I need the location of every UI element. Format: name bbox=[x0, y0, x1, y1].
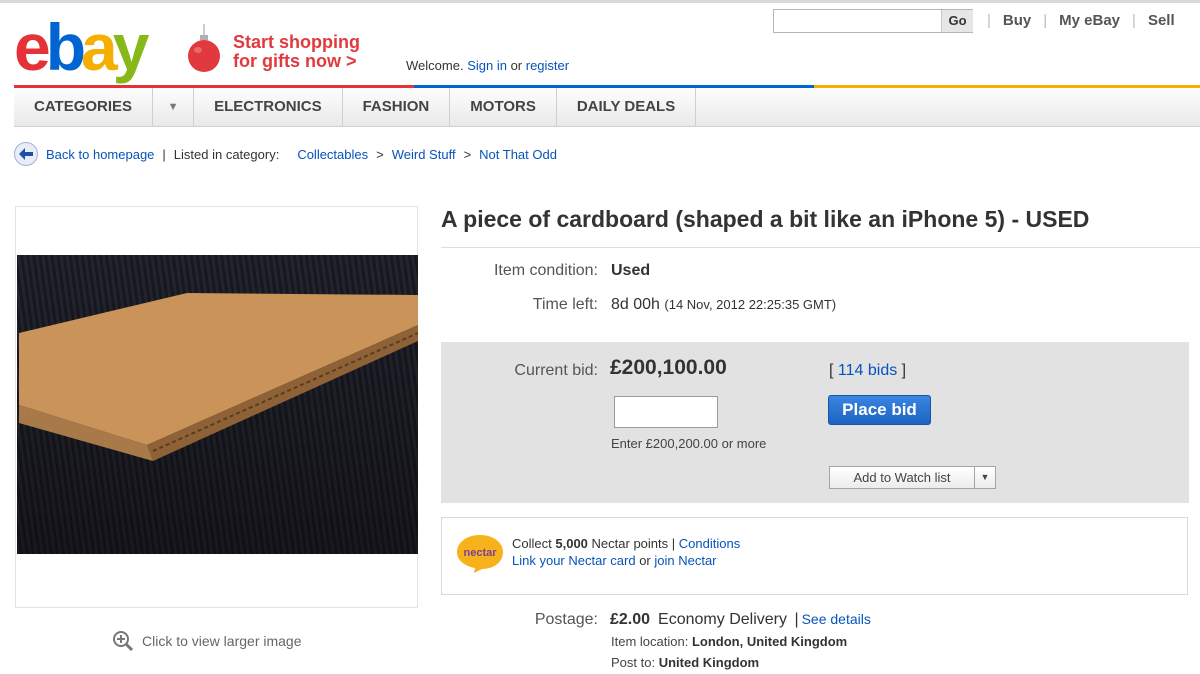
bracket: [ bbox=[829, 362, 834, 379]
chevron-down-icon[interactable]: ▼ bbox=[975, 467, 995, 488]
breadcrumb-collectables[interactable]: Collectables bbox=[297, 147, 368, 162]
item-location-value: London, United Kingdom bbox=[691, 634, 848, 649]
top-links: | Buy | My eBay | Sell bbox=[975, 12, 1175, 29]
postage-method: Economy Delivery bbox=[658, 611, 787, 628]
welcome-label: Welcome. bbox=[406, 58, 464, 73]
nectar-points: 5,000 bbox=[555, 536, 588, 551]
watch-list-button[interactable]: Add to Watch list ▼ bbox=[829, 466, 996, 489]
post-to-value: United Kingdom bbox=[658, 655, 760, 670]
divider: | bbox=[794, 611, 799, 628]
nav-categories[interactable]: CATEGORIES bbox=[14, 88, 154, 126]
magnifier-plus-icon bbox=[113, 631, 134, 652]
divider: | bbox=[1132, 12, 1136, 29]
register-link[interactable]: register bbox=[526, 58, 569, 73]
zoom-label: Click to view larger image bbox=[142, 633, 302, 649]
condition-value: Used bbox=[611, 262, 651, 279]
postage-label: Postage: bbox=[534, 611, 598, 628]
nav-electronics[interactable]: ELECTRONICS bbox=[194, 88, 343, 126]
christmas-bauble-icon bbox=[188, 24, 220, 72]
divider: | bbox=[1043, 12, 1048, 29]
end-time: (14 Nov, 2012 22:25:35 GMT) bbox=[664, 297, 837, 312]
time-left-label: Time left: bbox=[532, 296, 598, 313]
bracket: ] bbox=[901, 362, 907, 379]
breadcrumb-arrow: > bbox=[463, 146, 472, 162]
nectar-logo-text: nectar bbox=[463, 547, 497, 559]
listed-in-label: Listed in category: bbox=[173, 146, 280, 162]
item-location: Item location: London, United Kingdom bbox=[611, 634, 847, 649]
place-bid-button[interactable]: Place bid bbox=[828, 395, 931, 425]
breadcrumb: Back to homepage | Listed in category: C… bbox=[14, 142, 557, 166]
time-left: 8d 00h bbox=[611, 296, 660, 313]
or-text: or bbox=[510, 58, 523, 73]
logo-letter: y bbox=[112, 10, 150, 84]
bid-hint: Enter £200,200.00 or more bbox=[611, 436, 767, 451]
promo-link[interactable]: Start shopping for gifts now > bbox=[233, 33, 360, 71]
conditions-link[interactable]: Conditions bbox=[679, 536, 740, 551]
category-navbar: CATEGORIES ▼ ELECTRONICS FASHION MOTORS … bbox=[14, 88, 1200, 127]
item-location-label: Item location: bbox=[611, 634, 689, 649]
my-ebay-link[interactable]: My eBay bbox=[1059, 12, 1120, 29]
nav-daily-deals[interactable]: DAILY DEALS bbox=[557, 88, 697, 126]
postage-info: £2.00 Economy Delivery | See details bbox=[610, 611, 871, 629]
join-nectar-link[interactable]: join Nectar bbox=[654, 553, 716, 568]
breadcrumb-weird-stuff[interactable]: Weird Stuff bbox=[392, 147, 456, 162]
nav-fashion[interactable]: FASHION bbox=[343, 88, 451, 126]
watch-list-label[interactable]: Add to Watch list bbox=[830, 467, 975, 488]
back-to-homepage-link[interactable]: Back to homepage bbox=[46, 147, 154, 162]
welcome-text: Welcome. Sign in or register bbox=[406, 58, 569, 73]
item-photo[interactable] bbox=[17, 255, 418, 554]
sell-link[interactable]: Sell bbox=[1148, 12, 1175, 29]
zoom-link[interactable]: Click to view larger image bbox=[112, 630, 302, 652]
logo-letter: e bbox=[14, 10, 51, 84]
buy-link[interactable]: Buy bbox=[1003, 12, 1031, 29]
post-to: Post to: United Kingdom bbox=[611, 655, 759, 670]
sign-in-link[interactable]: Sign in bbox=[467, 58, 507, 73]
see-details-link[interactable]: See details bbox=[802, 611, 871, 627]
link-nectar-card-link[interactable]: Link your Nectar card bbox=[512, 553, 636, 568]
postage-price: £2.00 bbox=[610, 611, 651, 628]
promo-line-2: for gifts now > bbox=[233, 51, 357, 71]
current-bid-value: £200,100.00 bbox=[610, 356, 727, 379]
bid-count: [ 114 bids ] bbox=[829, 362, 906, 380]
divider: | bbox=[987, 12, 991, 29]
nectar-text: Collect 5,000 Nectar points | Conditions… bbox=[512, 535, 740, 569]
divider: | bbox=[162, 146, 166, 162]
title-divider bbox=[441, 247, 1200, 248]
back-arrow-icon[interactable] bbox=[14, 142, 38, 166]
time-left-value: 8d 00h (14 Nov, 2012 22:25:35 GMT) bbox=[611, 296, 836, 314]
bid-amount-input[interactable] bbox=[614, 396, 718, 428]
nectar-logo-icon: nectar bbox=[457, 535, 503, 573]
breadcrumb-arrow: > bbox=[376, 146, 384, 162]
top-border bbox=[0, 0, 1200, 3]
search-go-button[interactable]: Go bbox=[941, 10, 973, 32]
nav-motors[interactable]: MOTORS bbox=[450, 88, 557, 126]
or-text: or bbox=[639, 553, 651, 568]
promo-line-1: Start shopping bbox=[233, 32, 360, 52]
logo-letter: b bbox=[45, 10, 86, 84]
logo-letter: a bbox=[81, 10, 118, 84]
collect-label: Collect bbox=[512, 536, 552, 551]
points-suffix: Nectar points | bbox=[591, 536, 676, 551]
item-title: A piece of cardboard (shaped a bit like … bbox=[441, 206, 1090, 232]
condition-label: Item condition: bbox=[493, 262, 598, 279]
current-bid-label: Current bid: bbox=[514, 362, 598, 379]
ebay-logo[interactable]: ebay bbox=[14, 10, 150, 84]
breadcrumb-not-that-odd[interactable]: Not That Odd bbox=[479, 147, 557, 162]
chevron-down-icon[interactable]: ▼ bbox=[153, 88, 195, 126]
post-to-label: Post to: bbox=[611, 655, 656, 670]
bid-history-link[interactable]: 114 bids bbox=[838, 362, 897, 379]
